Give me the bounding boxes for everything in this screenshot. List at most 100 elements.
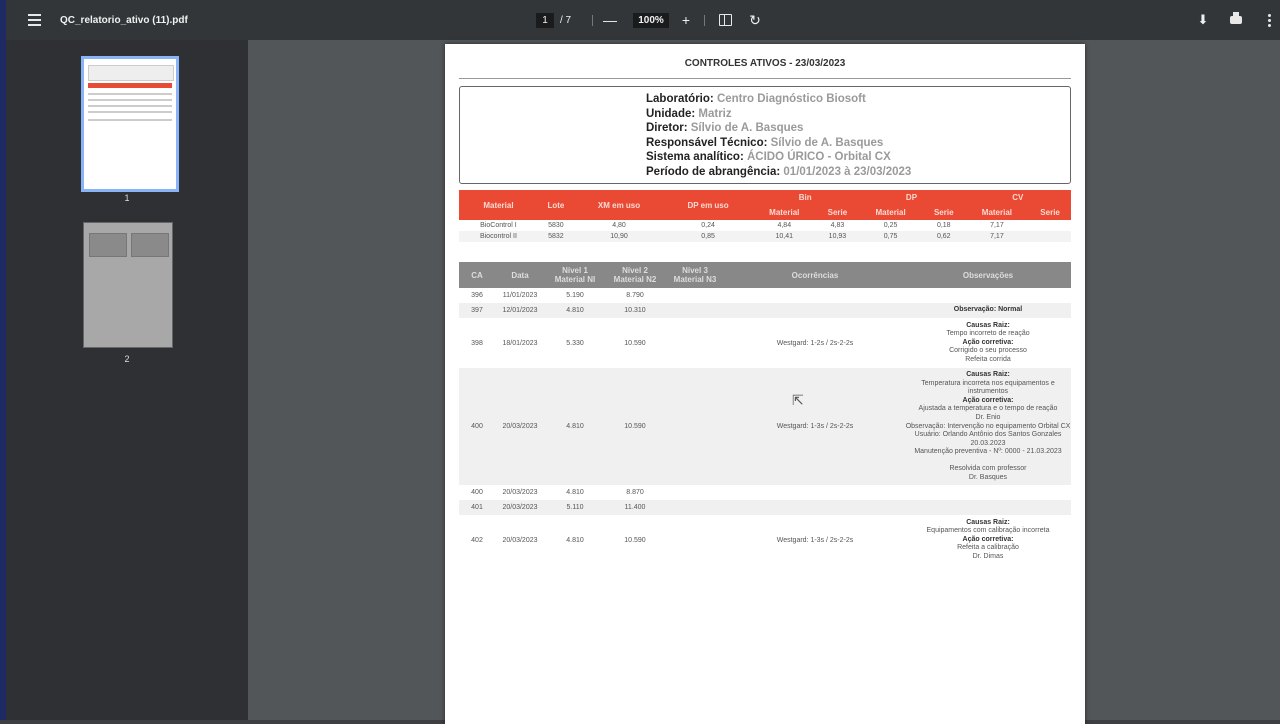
table-cell-observacoes (905, 288, 1071, 303)
table-cell-ca: 396 (471, 292, 483, 299)
table-cell-n3 (665, 485, 725, 500)
document-viewer[interactable]: CONTROLES ATIVOS - 23/03/2023 Laboratóri… (248, 40, 1280, 724)
header-text: Material NI (554, 275, 596, 284)
header-text: Observações (962, 270, 1014, 280)
thumbnail-block (131, 233, 169, 257)
page-thumbnail-1[interactable] (81, 56, 179, 192)
obs-line: Dr. Enio (975, 413, 1001, 421)
obs-line: Tempo incorreto de reação (946, 330, 1030, 338)
thumbnail-line (88, 111, 172, 113)
info-label: Laboratório: (646, 93, 714, 105)
lab-info-lines: Laboratório: Centro Diagnóstico Biosoft U… (646, 92, 911, 180)
table-cell: 10,93 (816, 231, 859, 242)
info-value: Centro Diagnóstico Biosoft (716, 93, 866, 105)
download-icon[interactable]: ⬇ (1194, 0, 1212, 40)
table-cell-observacoes: Causas Raiz: Tempo incorreto de reação Açã… (905, 318, 1071, 368)
separator (592, 15, 593, 26)
table-cell-ca: 397 (459, 303, 495, 318)
obs-heading: Ação corretiva: (962, 535, 1014, 543)
obs-line: Temperatura incorreta nos equipamentos e… (921, 379, 1055, 396)
zoom-out-button[interactable]: — (602, 0, 618, 40)
pdf-toolbar: QC_relatorio_ativo (11).pdf 1 / 7 — 100%… (6, 0, 1280, 40)
info-label: Diretor: (646, 122, 688, 135)
table-cell-data: 11/01/2023 (502, 292, 538, 299)
results-col-header: Nível 2 Material N2 (605, 262, 665, 288)
info-value: 01/01/2023 à 23/03/2023 (783, 165, 912, 178)
obs-line: Refeita a calibração (957, 544, 1019, 552)
table-cell-observacoes (905, 485, 1071, 500)
table-cell: 0,62 (922, 231, 965, 242)
col-material: Material (459, 190, 538, 220)
thumbnail-sidebar: 1 2 (6, 40, 248, 720)
menu-icon[interactable] (22, 0, 46, 40)
obs-line: Observação: Intervenção no equipamento O… (905, 422, 1071, 430)
table-cell-data: 20/03/2023 (502, 536, 538, 544)
table-cell-n3 (665, 368, 725, 486)
table-cell-oc (725, 485, 905, 500)
page-thumbnail-2[interactable] (83, 222, 173, 348)
table-cell: 7,17 (964, 231, 1030, 242)
info-label: Responsável Técnico: (646, 136, 768, 149)
table-cell-n3 (665, 303, 725, 318)
thumbnail-line (88, 93, 172, 95)
title-divider (459, 78, 1071, 79)
print-icon[interactable] (1226, 0, 1246, 40)
zoom-in-button[interactable]: + (678, 0, 694, 40)
table-cell-n2: 10.310 (605, 303, 665, 318)
table-cell-oc: Westgard: 1-3s / 2s-2-2s (776, 536, 854, 544)
zoom-level-input[interactable]: 100% (632, 0, 670, 40)
table-cell-data: 12/01/2023 (495, 303, 545, 318)
results-col-header: Ocorrências (725, 262, 905, 288)
table-cell (1029, 231, 1071, 242)
header-text: Ocorrências (791, 270, 839, 280)
table-cell: 4,84 (777, 222, 792, 229)
thumbnail-line (88, 105, 172, 107)
col-sub: Material (858, 205, 923, 220)
page-number-input[interactable]: 1 (534, 0, 556, 40)
table-cell: 4,83 (830, 222, 845, 229)
table-cell-n1: 4.810 (566, 536, 584, 544)
obs-line: Causas Raiz: (905, 519, 1071, 528)
table-cell: 5832 (537, 231, 574, 242)
header-text: Material N2 (613, 275, 657, 284)
col-sub: Serie (922, 205, 965, 220)
results-col-header: Nível 1 Material NI (545, 262, 605, 288)
table-cell-n1: 4.810 (566, 489, 584, 497)
info-label: Unidade: (646, 107, 696, 120)
table-cell-n1: 4.810 (545, 368, 605, 486)
info-value: Sílvio de A. Basques (770, 136, 884, 149)
table-cell-observacoes: Observação: Normal (905, 303, 1071, 318)
obs-line: Refeita corrida (965, 355, 1011, 363)
rotate-icon[interactable]: ↻ (746, 0, 764, 40)
table-cell-ca: 401 (459, 500, 495, 516)
table-cell-n1: 5.190 (566, 292, 584, 299)
obs-line: Observação: Normal (905, 306, 1071, 315)
table-cell-n2: 8.870 (626, 489, 644, 497)
thumbnail-number: 2 (124, 354, 130, 364)
table-cell-n2: 10.590 (624, 536, 646, 544)
obs-line: Ação corretiva: (905, 339, 1071, 348)
col-sub: Serie (816, 205, 859, 220)
table-cell: 10,90 (573, 231, 665, 242)
obs-line: Equipamentos com calibração incorreta (926, 527, 1050, 535)
more-options-icon[interactable] (1262, 0, 1276, 40)
table-cell: 0,24 (701, 222, 715, 229)
fit-to-page-icon[interactable] (716, 0, 734, 40)
thumbnail-table-header (88, 83, 172, 88)
info-label: Período de abrangência: (646, 165, 781, 178)
obs-line: Dr. Basques (968, 473, 1008, 481)
info-line: Diretor: Sílvio de A. Basques (646, 121, 911, 136)
table-row: 402 20/03/2023 4.810 10.590 Westgard: 1-3s /… (459, 515, 1071, 565)
header-text: Nível 1 (562, 266, 588, 275)
col-group-cv: CV (964, 190, 1071, 205)
thumbnail-block (89, 233, 127, 257)
results-col-header: Data (495, 262, 545, 288)
results-col-header: CA (459, 262, 495, 288)
table-cell-n1: 4.810 (545, 303, 605, 318)
table-cell: 0,18 (936, 222, 951, 229)
obs-line: 20.03.2023 (970, 439, 1006, 447)
lab-info-box: Laboratório: Centro Diagnóstico Biosoft U… (459, 86, 1071, 184)
obs-line: Manutenção preventiva - Nº: 0000 - 21.03… (914, 448, 1062, 456)
thumbnail-line (88, 99, 172, 101)
header-text: Nível 2 (622, 266, 648, 275)
